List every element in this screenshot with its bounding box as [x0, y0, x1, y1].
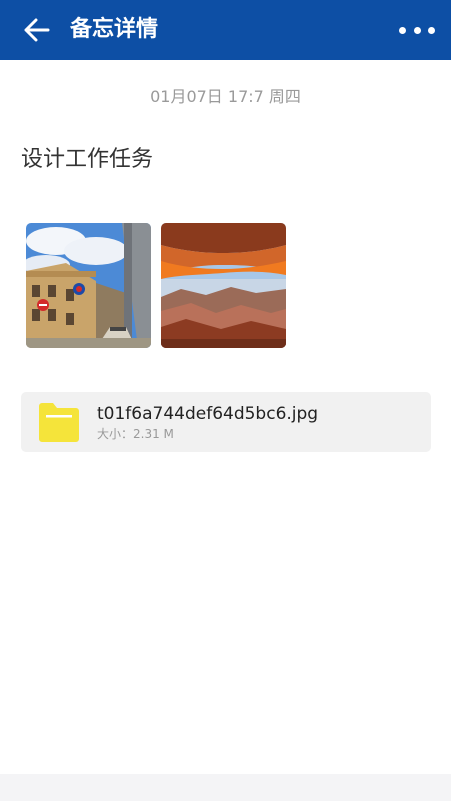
- more-dot-icon: [428, 26, 435, 34]
- page-title: 备忘详情: [70, 17, 159, 42]
- street-photo-image: [26, 223, 151, 348]
- file-size-value: 2.31 M: [133, 427, 174, 441]
- more-options-button[interactable]: [399, 18, 435, 42]
- attachment-file-size: 大小：2.31 M: [97, 426, 174, 442]
- image-thumbnail-street[interactable]: [26, 223, 151, 348]
- top-app-bar: 备忘详情: [0, 0, 451, 60]
- attachment-file-name: t01f6a744def64d5bc6.jpg: [97, 404, 319, 424]
- image-thumbnail-canyon[interactable]: [161, 223, 286, 348]
- memo-title: 设计工作任务: [21, 147, 154, 172]
- more-dot-icon: [413, 26, 421, 34]
- bottom-bar: [0, 774, 451, 801]
- folder-icon: [39, 403, 79, 442]
- memo-timestamp: 01月07日 17:7 周四: [150, 87, 301, 106]
- attachment-item[interactable]: t01f6a744def64d5bc6.jpg 大小：2.31 M: [21, 392, 431, 452]
- memo-detail-screen: 备忘详情 01月07日 17:7 周四 设计工作任务 t01f6a744def6…: [0, 0, 451, 801]
- canyon-photo-image: [161, 223, 286, 348]
- back-button[interactable]: [22, 15, 52, 45]
- more-dot-icon: [399, 26, 406, 34]
- arrow-left-icon: [24, 18, 50, 42]
- file-size-label: 大小：: [97, 427, 134, 441]
